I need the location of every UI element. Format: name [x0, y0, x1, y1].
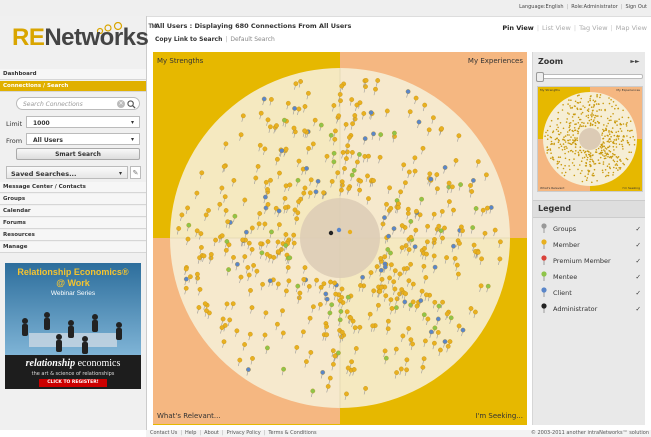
footer-about[interactable]: About — [204, 430, 219, 436]
footer-copyright: © 2003-2011 another intraNetworks™ solut… — [530, 430, 649, 436]
tab-tag-view[interactable]: Tag View — [579, 24, 608, 32]
zoom-minimap[interactable]: My Strengths My Experiences What's Relev… — [537, 86, 643, 192]
check-icon[interactable]: ✓ — [636, 289, 641, 297]
from-label: From — [6, 137, 23, 145]
nav-groups[interactable]: Groups — [0, 194, 146, 205]
legend-label: Member — [553, 241, 580, 249]
nav-forums[interactable]: Forums — [0, 218, 146, 229]
renetworks-logo[interactable]: RENetworksTM — [12, 24, 157, 52]
nav-message-center[interactable]: Message Center / Contacts — [0, 182, 146, 193]
check-icon[interactable]: ✓ — [636, 241, 641, 249]
right-sidebar: Zoom ►► My Strengths My Experiences What… — [532, 52, 645, 425]
ad-register-button[interactable]: CLICK TO REGISTER! — [39, 379, 107, 387]
footer-terms[interactable]: Terms & Conditions — [268, 430, 316, 436]
default-search-label: Default Search — [230, 36, 275, 43]
label-my-experiences: My Experiences — [467, 57, 523, 65]
nav-connections-search[interactable]: Connections / Search — [0, 81, 146, 92]
ad-title: Relationship Economics® — [17, 267, 129, 277]
fast-forward-icon[interactable]: ►► — [629, 57, 641, 66]
account-links: Language:English | Role:Administrator | Sign… — [519, 4, 647, 10]
page-title: All Users : Displaying 680 Connections F… — [155, 22, 352, 30]
legend-item[interactable]: Member ✓ — [539, 238, 643, 252]
search-icon[interactable] — [127, 100, 136, 109]
role-link[interactable]: Role:Administrator — [571, 4, 618, 10]
legend-item[interactable]: Mentee ✓ — [539, 270, 643, 284]
legend-item[interactable]: Groups ✓ — [539, 222, 643, 236]
ad-tagline: the art & science of relationships — [31, 371, 115, 377]
pin-icon — [541, 223, 547, 233]
chevron-down-icon: ▾ — [118, 170, 122, 177]
label-im-seeking: I'm Seeking... — [475, 412, 523, 420]
limit-select[interactable]: 1000 ▾ — [26, 116, 140, 128]
view-tabs: Pin View | List View | Tag View | Map View — [502, 24, 647, 32]
legend-label: Client — [553, 289, 572, 297]
edit-pencil-icon[interactable]: ✎ — [130, 166, 141, 179]
nav-calendar[interactable]: Calendar — [0, 206, 146, 217]
ad-title-line2: @ Work — [56, 278, 90, 288]
ad-brand: relationship economics — [25, 358, 121, 369]
check-icon[interactable]: ✓ — [636, 257, 641, 265]
footer-contact[interactable]: Contact Us — [150, 430, 177, 436]
nav-manage[interactable]: Manage — [0, 242, 146, 253]
footer-links: Contact Us | Help | About | Privacy Policy | Ter… — [150, 430, 317, 436]
pin-icon — [541, 287, 547, 297]
chevron-down-icon: ▾ — [130, 119, 134, 126]
legend-header: Legend — [533, 200, 645, 218]
saved-searches-select[interactable]: Saved Searches... ▾ — [6, 166, 128, 179]
check-icon[interactable]: ✓ — [636, 225, 641, 233]
legend-label: Mentee — [553, 273, 578, 281]
pin-icon — [541, 303, 547, 313]
nav-resources[interactable]: Resources — [0, 230, 146, 241]
search-input[interactable]: Search Connections × — [16, 97, 140, 110]
tab-map-view[interactable]: Map View — [616, 24, 647, 32]
search-placeholder: Search Connections — [23, 101, 83, 108]
smart-search-button[interactable]: Smart Search — [16, 148, 140, 160]
clear-icon[interactable]: × — [117, 100, 125, 108]
pin-icon — [541, 239, 547, 249]
language-link[interactable]: Language:English — [519, 4, 563, 10]
from-select[interactable]: All Users ▾ — [26, 133, 140, 145]
label-my-strengths: My Strengths — [157, 57, 204, 65]
top-bar: Language:English | Role:Administrator | Sign… — [0, 0, 651, 17]
legend-item[interactable]: Administrator ✓ — [539, 302, 643, 316]
pin-view-canvas[interactable]: My Strengths My Experiences What's Relev… — [153, 52, 527, 425]
limit-label: Limit — [6, 120, 23, 128]
nav-dashboard[interactable]: Dashboard — [0, 69, 146, 80]
sign-out-link[interactable]: Sign Out — [625, 4, 647, 10]
legend-item[interactable]: Premium Member ✓ — [539, 254, 643, 268]
pin-icon — [541, 255, 547, 265]
check-icon[interactable]: ✓ — [636, 305, 641, 313]
check-icon[interactable]: ✓ — [636, 273, 641, 281]
copy-link-row: Copy Link to Search | Default Search — [155, 36, 275, 43]
pin-icon — [541, 271, 547, 281]
legend-label: Premium Member — [553, 257, 611, 265]
zoom-slider[interactable] — [536, 72, 643, 82]
webinar-ad-banner[interactable]: Relationship Economics® @ Work Webinar S… — [5, 263, 141, 389]
copy-link[interactable]: Copy Link to Search — [155, 36, 222, 43]
zoom-title: Zoom — [538, 57, 564, 66]
chevron-down-icon: ▾ — [130, 136, 134, 143]
footer-help[interactable]: Help — [185, 430, 196, 436]
footer: Contact Us | Help | About | Privacy Policy | Ter… — [146, 430, 651, 437]
tab-list-view[interactable]: List View — [542, 24, 571, 32]
zoom-slider-handle[interactable] — [536, 72, 544, 82]
tab-pin-view[interactable]: Pin View — [502, 24, 533, 32]
legend-label: Groups — [553, 225, 577, 233]
footer-privacy[interactable]: Privacy Policy — [227, 430, 261, 436]
legend-item[interactable]: Client ✓ — [539, 286, 643, 300]
people-puzzle-icon — [22, 312, 122, 354]
ad-subtitle: Webinar Series — [50, 290, 96, 297]
label-whats-relevant: What's Relevant... — [157, 412, 221, 420]
connections-pin-map[interactable] — [153, 52, 527, 425]
legend-label: Administrator — [553, 305, 598, 313]
